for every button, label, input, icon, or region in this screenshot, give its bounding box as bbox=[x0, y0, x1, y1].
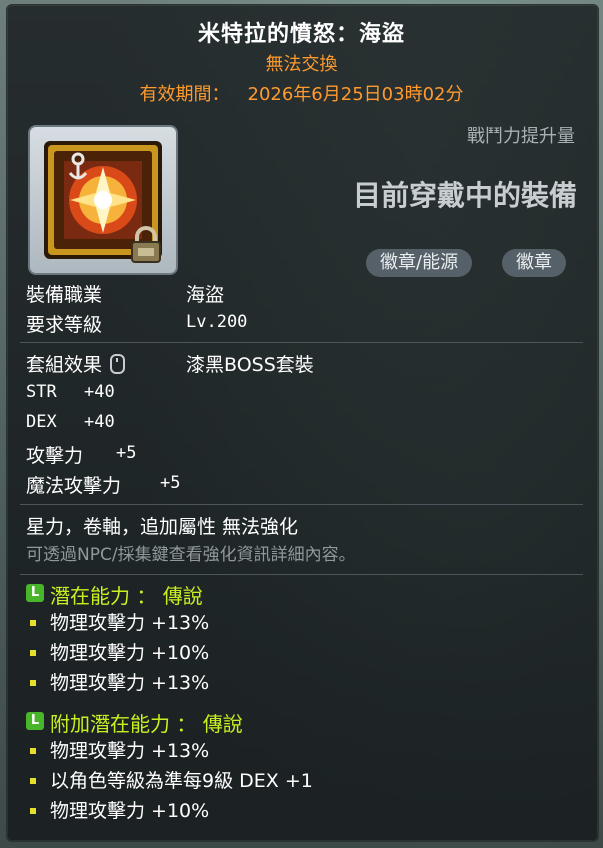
bullet-icon bbox=[30, 778, 36, 784]
trade-status: 無法交換 bbox=[265, 54, 338, 75]
stat-value-str: +40 bbox=[84, 382, 115, 402]
potential-line-1: 物理攻擊力 +13% bbox=[50, 612, 210, 634]
bullet-icon bbox=[30, 808, 36, 814]
currently-equipped-text: 目前穿戴中的裝備 bbox=[352, 179, 577, 212]
additional-potential-line-3: 物理攻擊力 +10% bbox=[50, 800, 210, 822]
job-value: 海盜 bbox=[186, 284, 225, 306]
badge-emblem[interactable]: 徽章 bbox=[502, 249, 566, 277]
legendary-grade-icon: L bbox=[26, 712, 44, 730]
potential-title: 潛在能力 ： 傳說 bbox=[50, 584, 203, 608]
expiry-row: 有效期間： 2026年6月25日03時02分 bbox=[0, 80, 603, 106]
power-increase-label: 戰鬥力提升量 bbox=[467, 126, 575, 147]
divider bbox=[20, 504, 583, 505]
job-label: 裝備職業 bbox=[26, 284, 103, 306]
lock-icon bbox=[131, 226, 161, 263]
stat-value-dex: +40 bbox=[84, 412, 115, 432]
set-effect-row[interactable]: 套組效果 bbox=[26, 350, 126, 377]
set-name: 漆黑BOSS套裝 bbox=[186, 354, 314, 376]
expiry-value: 2026年6月25日03時02分 bbox=[247, 84, 464, 105]
mouse-icon bbox=[110, 353, 126, 374]
divider bbox=[20, 574, 583, 575]
stat-value-magic-attack: +5 bbox=[160, 473, 181, 493]
legendary-grade-icon: L bbox=[26, 584, 44, 602]
level-value: Lv.200 bbox=[186, 312, 248, 332]
bullet-icon bbox=[30, 680, 36, 686]
stat-name-str: STR bbox=[26, 382, 57, 402]
item-name: 米特拉的憤怒：海盜 bbox=[197, 22, 405, 47]
potential-line-2: 物理攻擊力 +10% bbox=[50, 642, 210, 664]
divider bbox=[20, 342, 583, 343]
badge-emblem-energy[interactable]: 徽章/能源 bbox=[366, 249, 473, 277]
stat-name-magic-attack: 魔法攻擊力 bbox=[26, 475, 122, 497]
potential-line-3: 物理攻擊力 +13% bbox=[50, 672, 210, 694]
additional-potential-title: 附加潛在能力 ： 傳說 bbox=[50, 712, 243, 736]
set-effect-label: 套組效果 bbox=[26, 354, 103, 376]
additional-potential-line-1: 物理攻擊力 +13% bbox=[50, 740, 210, 762]
enhance-restriction-text: 星力，卷軸，追加屬性 無法強化 bbox=[26, 516, 299, 538]
level-label: 要求等級 bbox=[26, 314, 103, 336]
bullet-icon bbox=[30, 620, 36, 626]
enhance-hint-text: 可透過NPC/採集鍵查看強化資訊詳細內容。 bbox=[26, 545, 356, 565]
bullet-icon bbox=[30, 650, 36, 656]
stat-value-attack: +5 bbox=[116, 443, 137, 463]
bullet-icon bbox=[30, 748, 36, 754]
stat-name-attack: 攻擊力 bbox=[26, 445, 84, 467]
item-icon-frame bbox=[28, 125, 178, 275]
additional-potential-line-2: 以角色等級為準每9級 DEX +1 bbox=[50, 770, 313, 792]
expiry-label: 有效期間： bbox=[139, 84, 230, 105]
stat-name-dex: DEX bbox=[26, 412, 57, 432]
